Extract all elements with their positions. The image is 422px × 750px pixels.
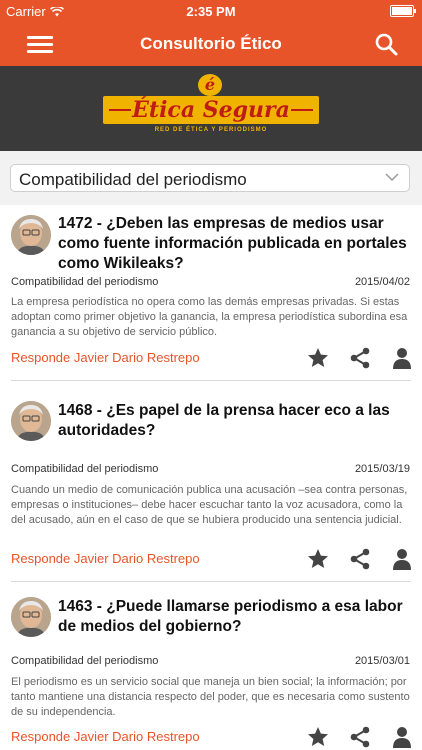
share-icon[interactable] [348,547,372,571]
logo-mark: é [198,74,222,96]
banner: é Ética Segura RED DE ÉTICA Y PERIODISMO [0,66,422,151]
avatar [11,215,51,255]
article-actions [306,725,414,749]
battery-icon [390,5,416,17]
article-title[interactable]: 1468 - ¿Es papel de la prensa hacer eco … [58,401,410,441]
share-icon[interactable] [348,725,372,749]
article-category: Compatibilidad del periodismo [11,463,159,475]
article-excerpt: La empresa periodística no opera como la… [11,296,408,338]
divider [11,380,411,381]
person-icon[interactable] [390,725,414,749]
star-icon[interactable] [306,547,330,571]
article-category: Compatibilidad del periodismo [11,655,159,667]
person-icon[interactable] [390,346,414,370]
logo-band: Ética Segura [103,96,319,124]
page-title: Consultorio Ético [140,34,282,53]
person-icon[interactable] [390,547,414,571]
article-date: 2015/03/19 [354,463,410,475]
star-icon[interactable] [306,346,330,370]
article-category: Compatibilidad del periodismo [11,276,159,288]
clock: 2:35 PM [186,4,236,19]
article-actions [306,346,414,370]
article-title[interactable]: 1463 - ¿Puede llamarse periodismo a esa … [58,597,410,637]
author-link[interactable]: Responde Javier Dario Restrepo [11,551,200,566]
article-date: 2015/03/01 [354,655,410,667]
share-icon[interactable] [348,346,372,370]
search-icon[interactable] [374,32,398,56]
article-excerpt: Cuando un medio de comunicación publica … [11,484,408,526]
chevron-down-icon [385,173,399,182]
category-select-value: Compatibilidad del periodismo [19,170,247,189]
filter-bar: Compatibilidad del periodismo [0,151,422,205]
article-list: 1472 - ¿Deben las empresas de medios usa… [0,205,422,750]
avatar [11,597,51,637]
divider [11,581,411,582]
article-title[interactable]: 1472 - ¿Deben las empresas de medios usa… [58,214,410,274]
nav-bar: Consultorio Ético [0,22,422,66]
etica-segura-logo: é Ética Segura RED DE ÉTICA Y PERIODISMO [103,74,319,144]
status-bar: Carrier 2:35 PM [0,0,422,22]
author-link[interactable]: Responde Javier Dario Restrepo [11,350,200,365]
author-link[interactable]: Responde Javier Dario Restrepo [11,729,200,744]
logo-name: Ética Segura [132,97,290,123]
avatar [11,401,51,441]
article-date: 2015/04/02 [354,276,410,288]
logo-tagline: RED DE ÉTICA Y PERIODISMO [154,127,268,133]
category-select[interactable]: Compatibilidad del periodismo [10,164,410,192]
star-icon[interactable] [306,725,330,749]
article-actions [306,547,414,571]
article-excerpt: El periodismo es un servicio social que … [11,676,410,718]
